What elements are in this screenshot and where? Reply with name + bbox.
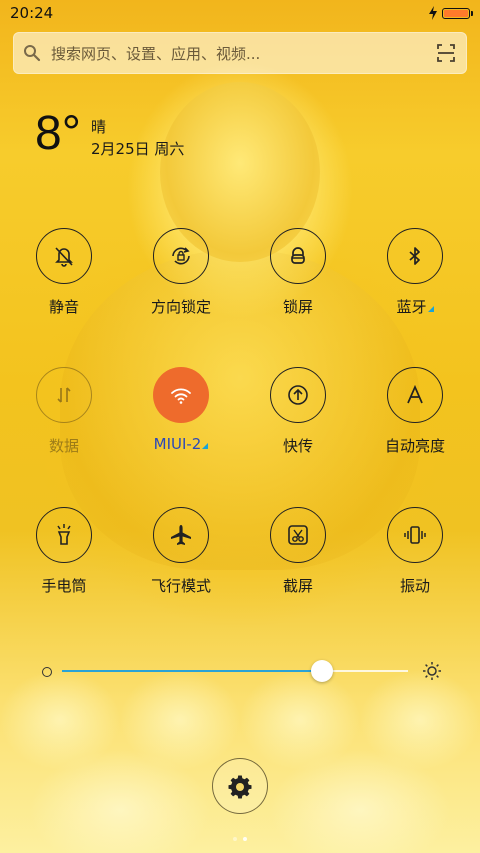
toggle-vibrate-button[interactable]: [387, 507, 443, 563]
lock-icon: [291, 247, 305, 264]
airplane-icon: [171, 525, 191, 545]
toggle-auto-brightness-label: 自动亮度: [384, 437, 445, 455]
toggle-mute-button[interactable]: [36, 228, 92, 284]
battery-icon: [442, 7, 473, 19]
brightness-low-icon: [42, 667, 52, 677]
toggle-wifi-button[interactable]: [153, 367, 209, 423]
toggle-bluetooth-button[interactable]: [387, 228, 443, 284]
mobile-data-icon: [57, 387, 71, 403]
search-bar[interactable]: 搜索网页、设置、应用、视频...: [13, 32, 467, 74]
toggle-airplane-mode-label: 飞行模式: [150, 577, 211, 595]
toggle-bluetooth[interactable]: 蓝牙: [360, 228, 470, 317]
more-options-indicator: [427, 306, 434, 312]
toggle-lock-screen[interactable]: 锁屏: [243, 228, 353, 317]
weather-temperature: 8°: [35, 107, 81, 160]
toggle-screenshot-button[interactable]: [270, 507, 326, 563]
toggle-screenshot-label: 截屏: [282, 577, 313, 595]
toggle-airplane-mode-button[interactable]: [153, 507, 209, 563]
toggle-flashlight-button[interactable]: [36, 507, 92, 563]
gear-icon: [228, 775, 252, 799]
screenshot-icon: [288, 525, 308, 545]
charging-icon: [429, 6, 437, 20]
wallpaper-lotus: [0, 660, 480, 853]
toggle-mute[interactable]: 静音: [9, 228, 119, 317]
status-bar: 20:24: [0, 0, 480, 26]
brightness-fill: [62, 670, 322, 672]
toggle-wifi[interactable]: MIUI-2: [126, 367, 236, 453]
weather-date: 2月25日 周六: [91, 140, 185, 158]
search-icon: [24, 45, 41, 62]
toggle-flashlight-label: 手电筒: [41, 577, 87, 595]
brightness-knob[interactable]: [310, 660, 333, 682]
search-placeholder: 搜索网页、设置、应用、视频...: [51, 44, 261, 63]
toggle-quick-transfer-label: 快传: [282, 437, 313, 455]
toggle-rotation-lock[interactable]: 方向锁定: [126, 228, 236, 317]
settings-button[interactable]: [212, 758, 268, 814]
scan-icon[interactable]: [435, 42, 457, 64]
toggle-vibrate-label: 振动: [399, 577, 430, 595]
toggle-vibrate[interactable]: 振动: [360, 507, 470, 596]
toggle-screenshot[interactable]: 截屏: [243, 507, 353, 596]
auto-brightness-icon: [407, 384, 423, 404]
toggle-auto-brightness[interactable]: 自动亮度: [360, 367, 470, 456]
toggle-rotation-lock-label: 方向锁定: [150, 298, 211, 316]
toggle-wifi-label-text: MIUI-2: [153, 435, 202, 453]
toggle-mute-label: 静音: [48, 298, 79, 316]
more-options-indicator: [202, 443, 209, 449]
toggle-mobile-data[interactable]: 数据: [9, 367, 119, 456]
rotation-lock-icon: [172, 247, 190, 265]
toggle-mobile-data-button[interactable]: [36, 367, 92, 423]
brightness-high-icon: [423, 662, 441, 680]
toggle-mobile-data-label: 数据: [48, 437, 79, 455]
weather-condition: 晴: [91, 118, 107, 136]
toggle-lock-screen-button[interactable]: [270, 228, 326, 284]
bluetooth-icon: [409, 247, 420, 265]
page-dot-active: [243, 837, 247, 841]
toggle-flashlight[interactable]: 手电筒: [9, 507, 119, 596]
quick-transfer-icon: [288, 385, 308, 405]
weather-widget[interactable]: 8° 晴 2月25日 周六: [35, 107, 184, 160]
toggle-quick-transfer-button[interactable]: [270, 367, 326, 423]
toggle-bluetooth-label: 蓝牙: [360, 296, 470, 317]
toggle-rotation-lock-button[interactable]: [153, 228, 209, 284]
toggle-auto-brightness-button[interactable]: [387, 367, 443, 423]
vibrate-icon: [404, 526, 426, 544]
wifi-icon: [171, 388, 191, 404]
mute-icon: [55, 247, 73, 267]
toggle-bluetooth-label-text: 蓝牙: [396, 298, 427, 316]
page-indicator: [0, 826, 480, 845]
brightness-slider[interactable]: [38, 660, 442, 682]
toggle-airplane-mode[interactable]: 飞行模式: [126, 507, 236, 596]
page-dot: [233, 837, 237, 841]
toggle-lock-screen-label: 锁屏: [282, 298, 313, 316]
toggle-quick-transfer[interactable]: 快传: [243, 367, 353, 456]
battery-fill: [444, 9, 468, 17]
status-time: 20:24: [10, 4, 54, 22]
status-icons: [428, 6, 473, 20]
flashlight-icon: [57, 524, 71, 545]
toggle-wifi-label: MIUI-2: [126, 435, 236, 453]
